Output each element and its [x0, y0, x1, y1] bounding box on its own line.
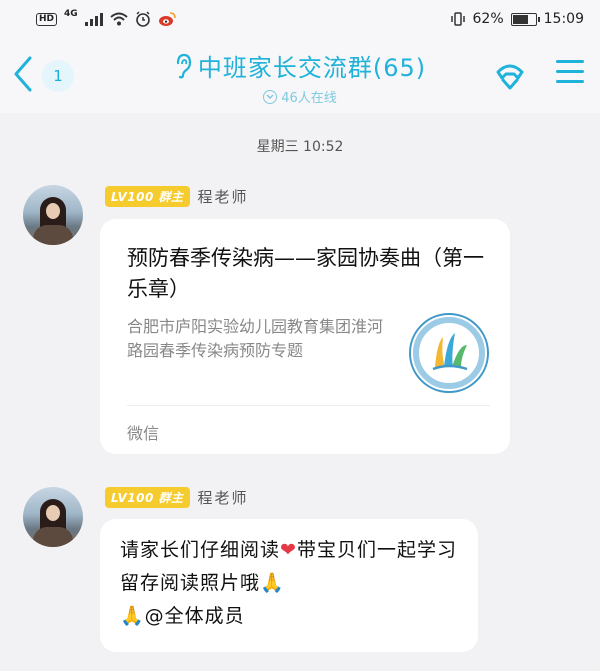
- weibo-icon: [158, 11, 176, 26]
- online-count: 46人在线: [281, 91, 337, 106]
- shared-article-card[interactable]: 预防春季传染病——家园协奏曲（第一乐章） 合肥市庐阳实验幼儿园教育集团淮河路园春…: [100, 219, 510, 454]
- avatar[interactable]: [23, 185, 83, 245]
- group-title-row: 中班家长交流群(65): [174, 48, 426, 83]
- message-text-part: 请家长们仔细阅读: [120, 539, 281, 561]
- message-text: 请家长们仔细阅读❤带宝贝们一起学习留存阅读照片哦🙏 🙏@全体成员: [120, 534, 465, 633]
- card-description: 合肥市庐阳实验幼儿园教育集团淮河路园春季传染病预防专题: [127, 317, 384, 360]
- card-source: 微信: [127, 424, 160, 443]
- message-bubble[interactable]: 请家长们仔细阅读❤带宝贝们一起学习留存阅读照片哦🙏 🙏@全体成员: [100, 519, 478, 652]
- level-badge: LV100 群主: [105, 487, 190, 508]
- sender-name: 程老师: [197, 188, 249, 206]
- sender-name: 程老师: [197, 489, 249, 507]
- hd-icon: HD: [36, 12, 58, 26]
- back-button[interactable]: [8, 54, 38, 94]
- clock: 15:09: [543, 11, 584, 27]
- sender-row: LV100 群主 程老师: [105, 186, 249, 207]
- alarm-icon: [135, 11, 150, 27]
- wifi-icon: [110, 12, 128, 26]
- network-type: 4G: [64, 9, 78, 19]
- pray-icon: 🙏: [120, 605, 145, 627]
- vibrate-icon: [450, 12, 465, 26]
- unread-badge[interactable]: 1: [42, 60, 74, 92]
- status-left: HD 4G: [36, 9, 176, 27]
- menu-button[interactable]: [552, 60, 588, 90]
- sender-row: LV100 群主 程老师: [105, 487, 249, 508]
- heart-icon: ❤: [280, 539, 297, 561]
- chevron-left-icon: [14, 56, 32, 92]
- group-title: 中班家长交流群(65): [197, 54, 427, 82]
- title-area[interactable]: 中班家长交流群(65) 46人在线: [150, 48, 450, 106]
- avatar[interactable]: [23, 487, 83, 547]
- status-right: 62% 15:09: [450, 11, 584, 27]
- mention-all[interactable]: @全体成员: [145, 605, 245, 627]
- card-divider: [127, 405, 490, 406]
- chevron-down-icon: [263, 89, 278, 104]
- online-status: 46人在线: [263, 87, 337, 106]
- group-call-button[interactable]: [490, 56, 530, 96]
- level-badge: LV100 群主: [105, 186, 190, 207]
- chat-header: 1 中班家长交流群(65) 46人在线: [0, 38, 600, 113]
- signal-icon: [84, 12, 103, 26]
- pray-icon: 🙏: [260, 572, 285, 594]
- message-timestamp: 星期三 10:52: [256, 139, 344, 155]
- phone-icon: [496, 64, 524, 90]
- kindergarten-logo-icon: [409, 313, 489, 393]
- status-bar: HD 4G 62% 15:09: [0, 0, 600, 38]
- ear-icon: [176, 53, 191, 78]
- battery-percent: 62%: [472, 11, 504, 27]
- battery-icon: [510, 12, 540, 26]
- card-title: 预防春季传染病——家园协奏曲（第一乐章）: [127, 246, 484, 301]
- menu-icon: [552, 60, 588, 83]
